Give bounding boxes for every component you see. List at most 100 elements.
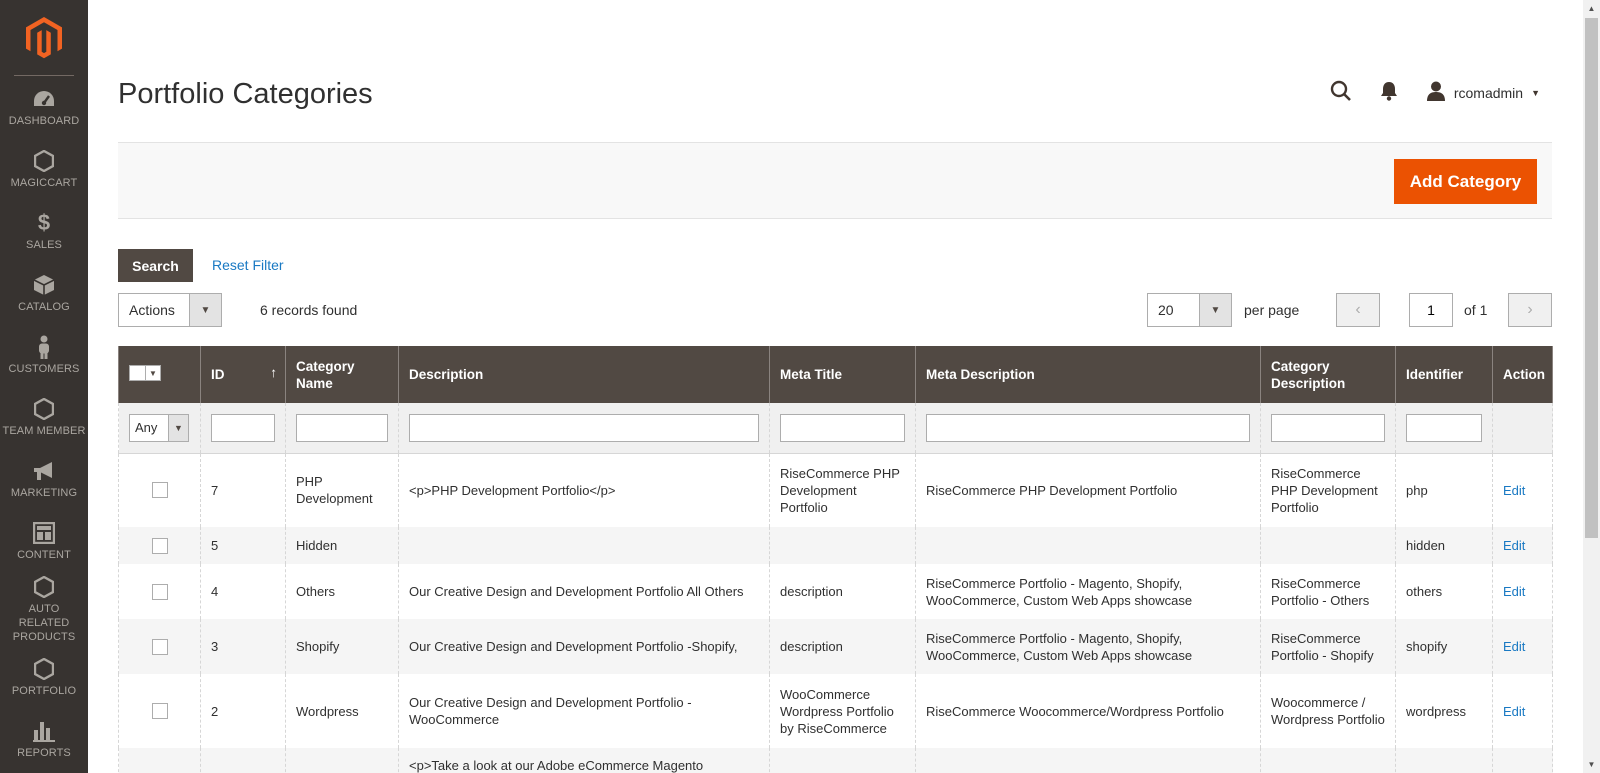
sidebar-item-customers[interactable]: CUSTOMERS — [0, 324, 88, 386]
next-page-button[interactable]: › — [1508, 293, 1552, 327]
mass-select-header[interactable]: ▼ — [118, 346, 201, 403]
hexagon-icon — [34, 657, 54, 681]
chevron-down-icon: ▼ — [189, 294, 221, 326]
previous-page-button[interactable]: ‹ — [1336, 293, 1380, 327]
edit-link[interactable]: Edit — [1503, 584, 1525, 599]
filter-id-input[interactable] — [211, 413, 275, 442]
layout-icon — [33, 521, 55, 545]
search-button[interactable]: Search — [118, 249, 193, 282]
cell-category-name: Shopify — [285, 619, 399, 674]
dollar-icon: $ — [37, 209, 51, 235]
add-category-button[interactable]: Add Category — [1394, 159, 1537, 204]
sidebar-item-label: SALES — [26, 238, 62, 251]
user-menu[interactable]: rcomadmin ▼ — [1426, 81, 1540, 104]
magento-logo[interactable] — [14, 0, 74, 76]
cell-meta-description — [915, 748, 1261, 773]
sidebar-item-team-member[interactable]: TEAM MEMBER — [0, 386, 88, 448]
sidebar-item-label: MARKETING — [10, 486, 78, 499]
table-row: 2 Wordpress Our Creative Design and Deve… — [118, 674, 1553, 748]
cell-description: Our Creative Design and Development Port… — [398, 564, 770, 619]
mass-select-checkbox[interactable]: ▼ — [129, 365, 161, 381]
sidebar-item-marketing[interactable]: MARKETING — [0, 448, 88, 510]
sidebar-item-auto-related-products[interactable]: AUTO RELATED PRODUCTS — [0, 572, 88, 646]
sidebar-item-portfolio[interactable]: PORTFOLIO — [0, 646, 88, 708]
column-header-category-name[interactable]: Category Name — [285, 346, 399, 403]
scroll-down-arrow-icon[interactable]: ▼ — [1583, 756, 1600, 773]
sidebar-item-reports[interactable]: REPORTS — [0, 708, 88, 770]
bar-chart-icon — [33, 719, 55, 743]
row-checkbox[interactable] — [151, 703, 168, 719]
filter-meta-description-input[interactable] — [926, 413, 1250, 442]
sidebar-item-content[interactable]: CONTENT — [0, 510, 88, 572]
cell-category-name: Others — [285, 564, 399, 619]
cell-identifier: shopify — [1395, 619, 1493, 674]
row-checkbox[interactable] — [151, 482, 168, 499]
cell-id — [200, 748, 286, 773]
per-page-select[interactable]: 20 ▼ — [1147, 293, 1232, 327]
sidebar-item-magiccart[interactable]: MAGICCART — [0, 138, 88, 200]
sidebar-item-label: CUSTOMERS — [8, 362, 80, 375]
mass-actions-select[interactable]: Actions ▼ — [118, 293, 222, 327]
actions-select-label: Actions — [129, 302, 175, 318]
row-checkbox[interactable] — [151, 638, 168, 655]
chevron-down-icon: ▼ — [1531, 87, 1540, 98]
column-header-description[interactable]: Description — [398, 346, 770, 403]
cell-identifier: php — [1395, 453, 1493, 527]
search-icon[interactable] — [1330, 80, 1352, 105]
filter-description-input[interactable] — [409, 413, 759, 442]
edit-link[interactable]: Edit — [1503, 538, 1525, 553]
cell-identifier: wordpress — [1395, 674, 1493, 748]
table-row: 3 Shopify Our Creative Design and Develo… — [118, 619, 1553, 674]
cell-category-description — [1260, 748, 1396, 773]
cell-category-name: PHP Development — [285, 453, 399, 527]
row-checkbox[interactable] — [151, 583, 168, 600]
admin-sidebar: DASHBOARD MAGICCART $ SALES CATALOG CUST… — [0, 0, 88, 773]
filter-meta-title-input[interactable] — [780, 413, 905, 442]
username: rcomadmin — [1453, 84, 1524, 101]
table-row: 4 Others Our Creative Design and Develop… — [118, 564, 1553, 619]
column-header-meta-title[interactable]: Meta Title — [769, 346, 916, 403]
sidebar-item-label: REPORTS — [17, 746, 71, 759]
filter-category-description-input[interactable] — [1271, 413, 1385, 442]
per-page-value: 20 — [1158, 302, 1174, 318]
scroll-up-arrow-icon[interactable]: ▲ — [1583, 0, 1600, 17]
grid-filter-row: Any ▼ — [118, 403, 1553, 454]
sidebar-item-label: AUTO RELATED PRODUCTS — [12, 602, 76, 643]
sidebar-item-sales[interactable]: $ SALES — [0, 200, 88, 262]
edit-link[interactable]: Edit — [1503, 639, 1525, 654]
filter-identifier-input[interactable] — [1406, 413, 1482, 442]
sidebar-item-label: MAGICCART — [10, 176, 78, 189]
sidebar-item-catalog[interactable]: CATALOG — [0, 262, 88, 324]
cell-meta-title — [769, 748, 916, 773]
cell-description: Our Creative Design and Development Port… — [398, 674, 770, 748]
reset-filter-link[interactable]: Reset Filter — [212, 257, 284, 273]
cell-id: 5 — [200, 527, 286, 564]
edit-link[interactable]: Edit — [1503, 704, 1525, 719]
edit-link[interactable]: Edit — [1503, 483, 1525, 498]
column-header-meta-description[interactable]: Meta Description — [915, 346, 1261, 403]
filter-category-name-input[interactable] — [296, 413, 388, 442]
sidebar-item-dashboard[interactable]: DASHBOARD — [0, 76, 88, 138]
column-header-id[interactable]: ID ↑ — [200, 346, 286, 403]
current-page-input[interactable] — [1409, 293, 1453, 327]
scrollbar-thumb[interactable] — [1585, 18, 1598, 538]
page-scrollbar[interactable]: ▲ ▼ — [1583, 0, 1600, 773]
categories-grid: ▼ ID ↑ Category Name Description Meta Ti… — [118, 346, 1553, 773]
box-icon — [33, 273, 55, 297]
cell-identifier: others — [1395, 564, 1493, 619]
page-actions-bar: Add Category — [118, 142, 1552, 219]
cell-description: <p>Take a look at our Adobe eCommerce Ma… — [398, 748, 770, 773]
any-filter-select[interactable]: Any ▼ — [129, 413, 189, 442]
bell-icon[interactable] — [1380, 81, 1398, 104]
row-checkbox[interactable] — [151, 537, 168, 554]
cell-category-description: RiseCommerce Portfolio - Others — [1260, 564, 1396, 619]
grid-header-row: ▼ ID ↑ Category Name Description Meta Ti… — [118, 346, 1553, 403]
hexagon-icon — [34, 575, 54, 599]
cell-category-description — [1260, 527, 1396, 564]
column-header-identifier[interactable]: Identifier — [1395, 346, 1493, 403]
column-header-category-description[interactable]: Category Description — [1260, 346, 1396, 403]
person-icon — [36, 335, 52, 359]
per-page-label: per page — [1244, 302, 1300, 318]
chevron-left-icon: ‹ — [1355, 301, 1361, 318]
cell-id: 2 — [200, 674, 286, 748]
